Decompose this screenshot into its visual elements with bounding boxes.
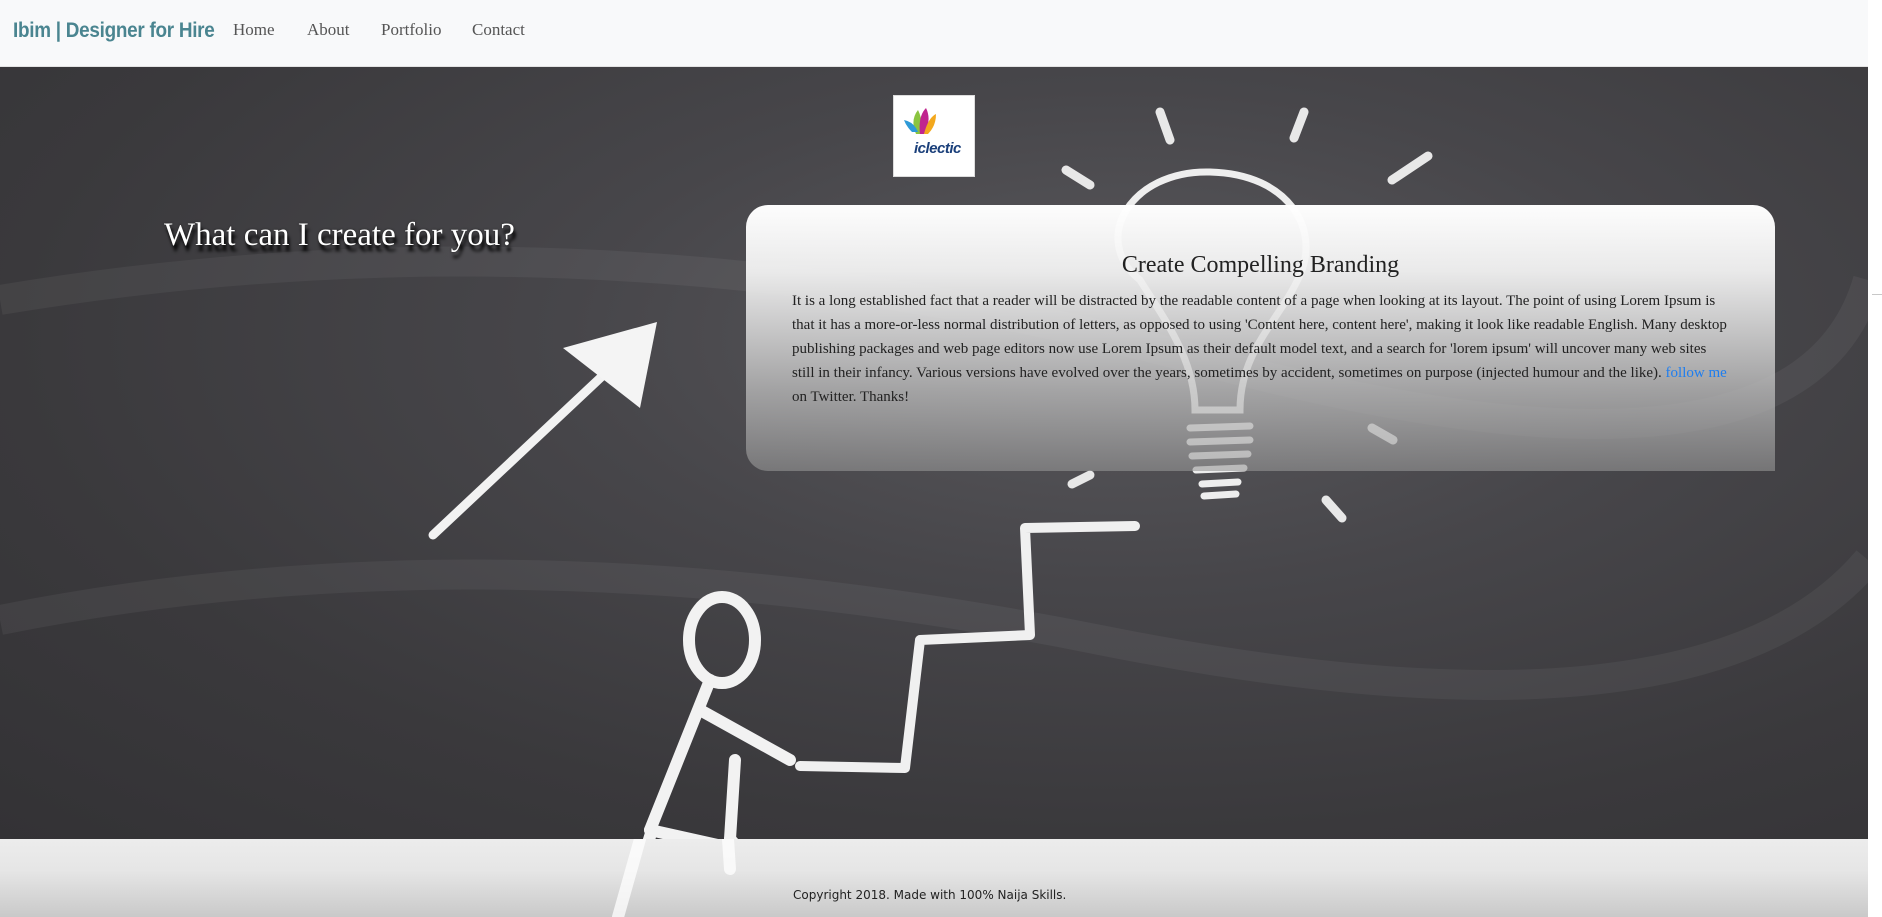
scrollbar[interactable]	[1868, 0, 1882, 917]
logo-text: iclectic	[914, 140, 961, 157]
hero-title: What can I create for you?	[164, 217, 515, 253]
navbar: Ibim | Designer for Hire Home About Port…	[0, 0, 1868, 67]
scrollbar-mark	[1872, 294, 1882, 295]
nav-about-link[interactable]: About	[307, 20, 350, 40]
lotus-logo-icon	[904, 108, 936, 134]
card-body-text: It is a long established fact that a rea…	[792, 293, 1727, 381]
nav-portfolio-link[interactable]: Portfolio	[381, 20, 441, 40]
footer-figure-overlay	[612, 839, 736, 917]
branding-card: Create Compelling Branding It is a long …	[746, 205, 1775, 471]
hero-section: iclectic What can I create for you? Crea…	[0, 66, 1868, 839]
nav-contact-link[interactable]: Contact	[472, 20, 525, 40]
card-body: It is a long established fact that a rea…	[792, 289, 1727, 409]
follow-me-link[interactable]: follow me	[1666, 365, 1727, 381]
copyright-text: Copyright 2018. Made with 100% Naija Ski…	[793, 888, 1067, 902]
footer: Copyright 2018. Made with 100% Naija Ski…	[0, 839, 1868, 917]
logo: iclectic	[893, 95, 975, 177]
nav-home-link[interactable]: Home	[233, 20, 275, 40]
card-heading: Create Compelling Branding	[1121, 252, 1400, 278]
card-body-tail: on Twitter. Thanks!	[792, 389, 910, 405]
brand-link[interactable]: Ibim | Designer for Hire	[13, 19, 215, 43]
